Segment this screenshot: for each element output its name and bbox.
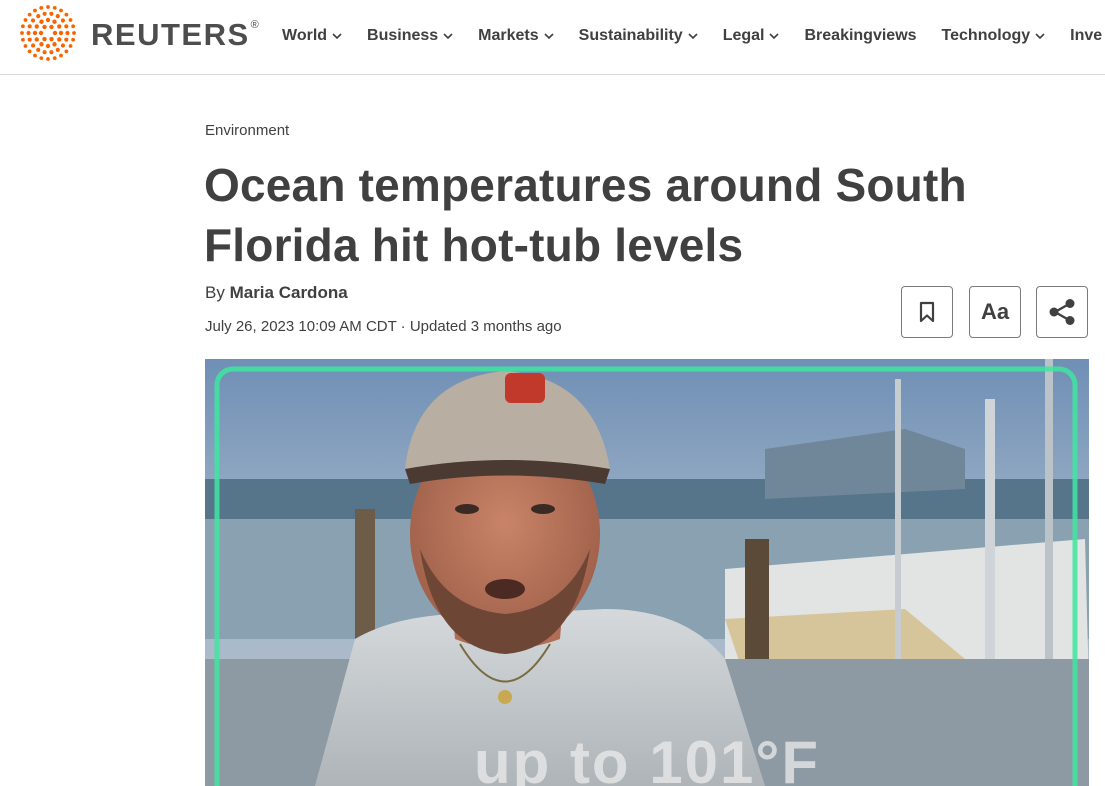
bookmark-icon [919,301,935,323]
nav-item-label: Markets [478,27,539,44]
nav-item-label: Technology [941,27,1031,44]
logo-registered-mark: ® [250,19,259,31]
site-header: REUTERS ® World Business Markets Sustain… [0,0,1105,75]
nav-item-label: Business [367,27,439,44]
chevron-down-icon [1035,32,1045,39]
section-link[interactable]: Environment [205,122,289,139]
author-link[interactable]: Maria Cardona [230,283,348,302]
bookmark-button[interactable] [901,286,953,338]
byline-prefix: By [205,283,225,302]
nav-item-label: Inve [1070,27,1103,44]
byline: By Maria Cardona [205,283,348,303]
nav-item-label: Breakingviews [804,27,917,44]
nav-item-label: World [282,27,328,44]
share-icon [1049,299,1075,325]
nav-item-label: Sustainability [578,27,683,44]
chevron-down-icon [769,32,780,39]
text-size-button[interactable]: Aa [969,286,1021,338]
chevron-down-icon [688,32,698,39]
chevron-down-icon [443,32,453,39]
nav-item-investigations[interactable]: Inve [1070,25,1102,47]
nav-item-markets[interactable]: Markets [478,25,554,47]
chevron-down-icon [332,32,342,39]
nav-item-label: Legal [722,27,765,44]
nav-item-business[interactable]: Business [367,25,453,47]
reuters-logo[interactable]: REUTERS ® [17,4,259,62]
article-dateline: July 26, 2023 10:09 AM CDT · Updated 3 m… [205,318,562,335]
text-size-label: Aa [980,299,1010,324]
video-caption-overlay: up to 101°F [473,729,821,786]
logo-wordmark: REUTERS [91,17,250,52]
chevron-down-icon [544,32,554,39]
nav-item-legal[interactable]: Legal [723,25,780,47]
video-player[interactable]: up to 101°F [205,359,1089,786]
main-nav: World Business Markets Sustainability Le… [282,25,1105,47]
share-button[interactable] [1036,286,1088,338]
article-headline: Ocean temperatures around South Florida … [204,159,967,271]
nav-item-world[interactable]: World [282,25,342,47]
nav-item-technology[interactable]: Technology [942,25,1046,47]
video-frame-image [205,359,1089,786]
nav-item-sustainability[interactable]: Sustainability [579,25,698,47]
reuters-logo-icon [20,5,76,61]
nav-item-breakingviews[interactable]: Breakingviews [804,25,916,47]
